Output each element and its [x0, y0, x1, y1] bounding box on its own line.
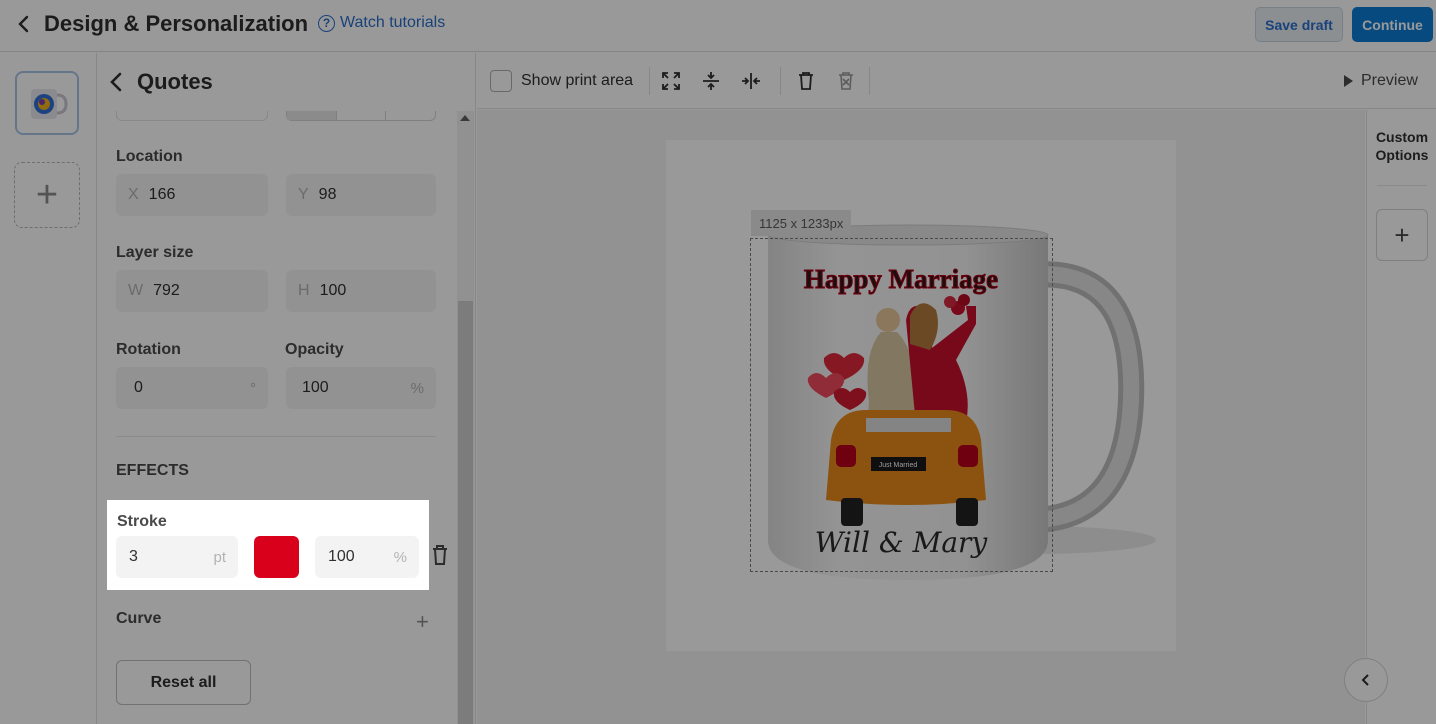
stroke-color-swatch[interactable]: [254, 536, 299, 578]
layer-height-input[interactable]: H 100: [286, 270, 436, 312]
watch-tutorials-label: Watch tutorials: [340, 14, 446, 31]
reset-all-button[interactable]: Reset all: [116, 660, 251, 705]
x-prefix: X: [128, 186, 139, 203]
preview-label: Preview: [1361, 72, 1418, 89]
preview-button[interactable]: Preview: [1344, 72, 1418, 90]
save-draft-button[interactable]: Save draft: [1255, 7, 1343, 42]
help-circle-icon: ?: [318, 14, 335, 32]
play-icon: [1344, 75, 1353, 87]
rotation-value: 0: [134, 379, 143, 396]
section-divider: [116, 436, 436, 437]
effects-heading: EFFECTS: [116, 462, 189, 479]
panel-back-icon[interactable]: [106, 70, 126, 94]
mug-thumbnail-icon: [31, 89, 68, 119]
layer-size-label: Layer size: [116, 244, 194, 261]
panel-header: Quotes: [98, 53, 475, 111]
show-print-area-label[interactable]: Show print area: [521, 72, 633, 90]
scroll-up-arrow-icon[interactable]: [460, 115, 470, 121]
delete-stroke-icon[interactable]: [430, 543, 450, 567]
align-horizontal-center-icon[interactable]: [740, 70, 762, 92]
back-arrow-icon[interactable]: [14, 13, 34, 35]
add-product-button[interactable]: +: [14, 162, 80, 228]
custom-options-heading: Custom Options: [1367, 128, 1436, 164]
h-prefix: H: [298, 282, 310, 299]
stroke-opacity-value: 100: [328, 548, 355, 565]
w-prefix: W: [128, 282, 144, 299]
continue-button[interactable]: Continue: [1352, 7, 1433, 42]
delete-all-icon[interactable]: [835, 70, 857, 92]
custom-options-line-2: Options: [1375, 147, 1429, 163]
top-header: Design & Personalization ? Watch tutoria…: [0, 0, 1436, 52]
opacity-input[interactable]: 100 %: [286, 367, 436, 409]
x-value: 166: [148, 186, 176, 203]
collapse-panel-button[interactable]: [1344, 658, 1388, 702]
custom-options-line-1: Custom: [1375, 129, 1429, 145]
toolbar-divider: [649, 67, 650, 95]
panel-scrollbar[interactable]: [457, 111, 474, 724]
panel-title: Quotes: [137, 69, 213, 94]
rotation-unit: °: [250, 379, 256, 397]
layer-width-input[interactable]: W 792: [116, 270, 268, 312]
show-print-area-checkbox[interactable]: [490, 70, 512, 92]
product-rail: +: [0, 53, 97, 724]
opacity-value: 100: [302, 379, 329, 396]
rotation-label: Rotation: [116, 341, 181, 358]
stroke-width-unit: pt: [213, 548, 226, 566]
chevron-left-icon: [1361, 674, 1369, 686]
canvas-toolbar: Show print area Preview: [477, 53, 1436, 109]
right-panel-divider: [1377, 185, 1427, 186]
add-custom-option-button[interactable]: +: [1376, 209, 1428, 261]
product-thumbnail[interactable]: [15, 71, 79, 135]
fit-to-area-icon[interactable]: [660, 70, 682, 92]
custom-options-panel: Custom Options +: [1366, 110, 1436, 724]
layer-size-badge: 1125 x 1233px: [751, 210, 852, 236]
location-x-input[interactable]: X 166: [116, 174, 268, 216]
toolbar-divider: [780, 67, 781, 95]
design-canvas[interactable]: Happy Marriage Just Married Will & Mary …: [477, 110, 1365, 724]
toolbar-divider: [869, 67, 870, 95]
location-label: Location: [116, 148, 183, 165]
stroke-width-input[interactable]: 3 pt: [116, 536, 238, 578]
opacity-unit: %: [410, 379, 424, 397]
add-curve-button[interactable]: +: [416, 609, 429, 635]
selected-layer-bounds[interactable]: [750, 238, 1053, 572]
scroll-thumb[interactable]: [458, 301, 473, 724]
stroke-label: Stroke: [117, 513, 167, 530]
y-value: 98: [318, 186, 337, 203]
properties-panel: Quotes Location X 166 Y 98 Layer size W …: [98, 53, 476, 724]
rotation-input[interactable]: 0 °: [116, 367, 268, 409]
y-prefix: Y: [298, 186, 309, 203]
stroke-opacity-input[interactable]: 100 %: [315, 536, 419, 578]
watch-tutorials-link[interactable]: ? Watch tutorials: [318, 14, 445, 32]
stroke-width-value: 3: [129, 548, 138, 565]
page-title: Design & Personalization: [44, 11, 309, 36]
location-y-input[interactable]: Y 98: [286, 174, 436, 216]
align-vertical-center-icon[interactable]: [700, 70, 722, 92]
opacity-label: Opacity: [285, 341, 344, 358]
stroke-opacity-unit: %: [393, 548, 407, 566]
h-value: 100: [319, 282, 347, 299]
w-value: 792: [153, 282, 180, 299]
curve-label: Curve: [116, 610, 162, 627]
delete-layer-icon[interactable]: [795, 70, 817, 92]
